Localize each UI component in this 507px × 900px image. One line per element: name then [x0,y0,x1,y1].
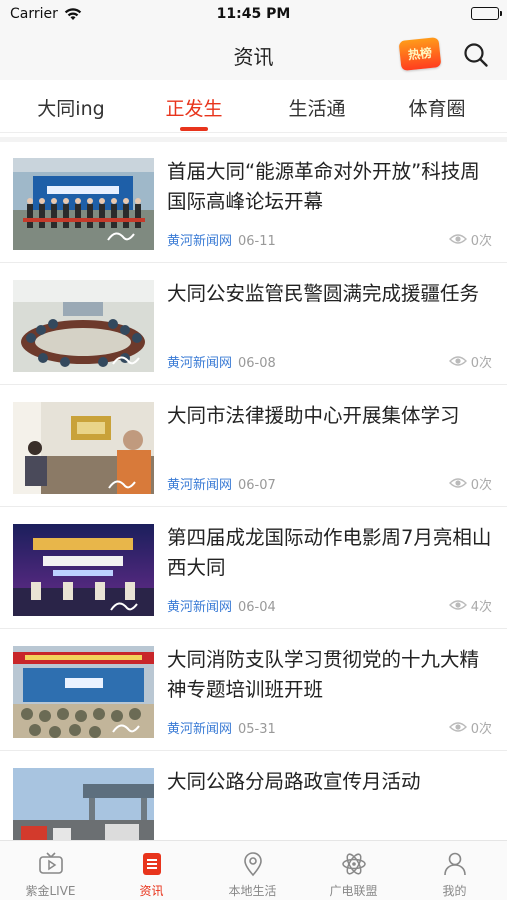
atom-icon [342,853,366,875]
news-meta: 黄河新闻网 05-31 0次 [167,718,497,738]
clock: 11:45 PM [216,6,291,22]
news-title[interactable]: 第四届成龙国际动作电影周7月亮相山西大同 [167,523,497,583]
news-source: 黄河新闻网 [167,234,233,249]
news-thumbnail [13,768,154,840]
eye-icon [449,721,467,737]
battery-icon [471,7,502,20]
tab-sports[interactable]: 体育圈 [382,94,492,121]
bottom-tab-bar: 紫金LIVE 资讯 本地生活 广电联盟 我的 [0,840,507,900]
news-item[interactable]: 第四届成龙国际动作电影周7月亮相山西大同 黄河新闻网 06-04 4次 [0,508,507,629]
view-count: 0次 [470,356,492,371]
person-icon [444,852,466,876]
news-meta: 黄河新闻网 06-04 4次 [167,596,497,616]
news-date: 06-07 [238,478,276,493]
tabbar-item-local-life[interactable]: 本地生活 [202,841,303,900]
status-bar: Carrier 11:45 PM [0,0,507,30]
news-list-icon [143,853,161,875]
eye-icon [449,477,467,493]
tabbar-label: 紫金LIVE [25,884,76,898]
news-thumbnail [13,402,154,494]
news-item[interactable]: 大同公路分局路政宣传月活动 [0,752,507,840]
tab-datong-ing[interactable]: 大同ing [16,94,126,121]
tabbar-item-news[interactable]: 资讯 [101,841,202,900]
news-title[interactable]: 大同公路分局路政宣传月活动 [167,767,497,797]
news-item[interactable]: 大同消防支队学习贯彻党的十九大精神专题培训班开班 黄河新闻网 05-31 0次 [0,630,507,751]
news-title[interactable]: 大同消防支队学习贯彻党的十九大精神专题培训班开班 [167,645,497,705]
tabbar-item-mine[interactable]: 我的 [404,841,505,900]
view-count: 4次 [470,600,492,615]
view-count: 0次 [470,478,492,493]
tabbar-label: 本地生活 [228,884,277,898]
view-count: 0次 [470,722,492,737]
news-thumbnail [13,646,154,738]
news-source: 黄河新闻网 [167,722,233,737]
news-thumbnail [13,524,154,616]
news-source: 黄河新闻网 [167,478,233,493]
view-count: 0次 [470,234,492,249]
news-item[interactable]: 大同市法律援助中心开展集体学习 黄河新闻网 06-07 0次 [0,386,507,507]
news-meta: 黄河新闻网 06-07 0次 [167,474,497,494]
tab-happening-now[interactable]: 正发生 [139,94,249,121]
news-date: 06-11 [238,234,276,249]
news-thumbnail [13,158,154,250]
tabbar-label: 资讯 [139,884,164,898]
location-pin-icon [244,852,262,877]
news-meta: 黄河新闻网 06-08 0次 [167,352,497,372]
news-date: 05-31 [238,722,276,737]
search-icon[interactable] [462,41,490,69]
news-date: 06-08 [238,356,276,371]
category-tabs: 大同ing 正发生 生活通 体育圈 [0,80,507,133]
eye-icon [449,599,467,615]
tabbar-label: 我的 [442,884,467,898]
news-item[interactable]: 首届大同“能源革命对外开放”科技周国际高峰论坛开幕 黄河新闻网 06-11 0次 [0,142,507,263]
news-meta: 黄河新闻网 06-11 0次 [167,230,497,250]
news-title[interactable]: 大同市法律援助中心开展集体学习 [167,401,497,431]
news-title[interactable]: 大同公安监管民警圆满完成援疆任务 [167,279,497,309]
active-tab-indicator [180,127,208,131]
news-source: 黄河新闻网 [167,356,233,371]
tabbar-item-alliance[interactable]: 广电联盟 [303,841,404,900]
eye-icon [449,355,467,371]
tv-play-icon [39,852,63,874]
tabbar-label: 广电联盟 [329,884,378,898]
tab-life-service[interactable]: 生活通 [262,94,372,121]
news-date: 06-04 [238,600,276,615]
nav-bar: 资讯 热榜 [0,30,507,80]
tabbar-item-live[interactable]: 紫金LIVE [0,841,101,900]
news-title[interactable]: 首届大同“能源革命对外开放”科技周国际高峰论坛开幕 [167,157,497,217]
hot-list-badge-button[interactable]: 热榜 [398,36,442,72]
news-item[interactable]: 大同公安监管民警圆满完成援疆任务 黄河新闻网 06-08 0次 [0,264,507,385]
news-source: 黄河新闻网 [167,600,233,615]
eye-icon [449,233,467,249]
news-thumbnail [13,280,154,372]
news-feed[interactable]: 首届大同“能源革命对外开放”科技周国际高峰论坛开幕 黄河新闻网 06-11 0次 … [0,142,507,840]
